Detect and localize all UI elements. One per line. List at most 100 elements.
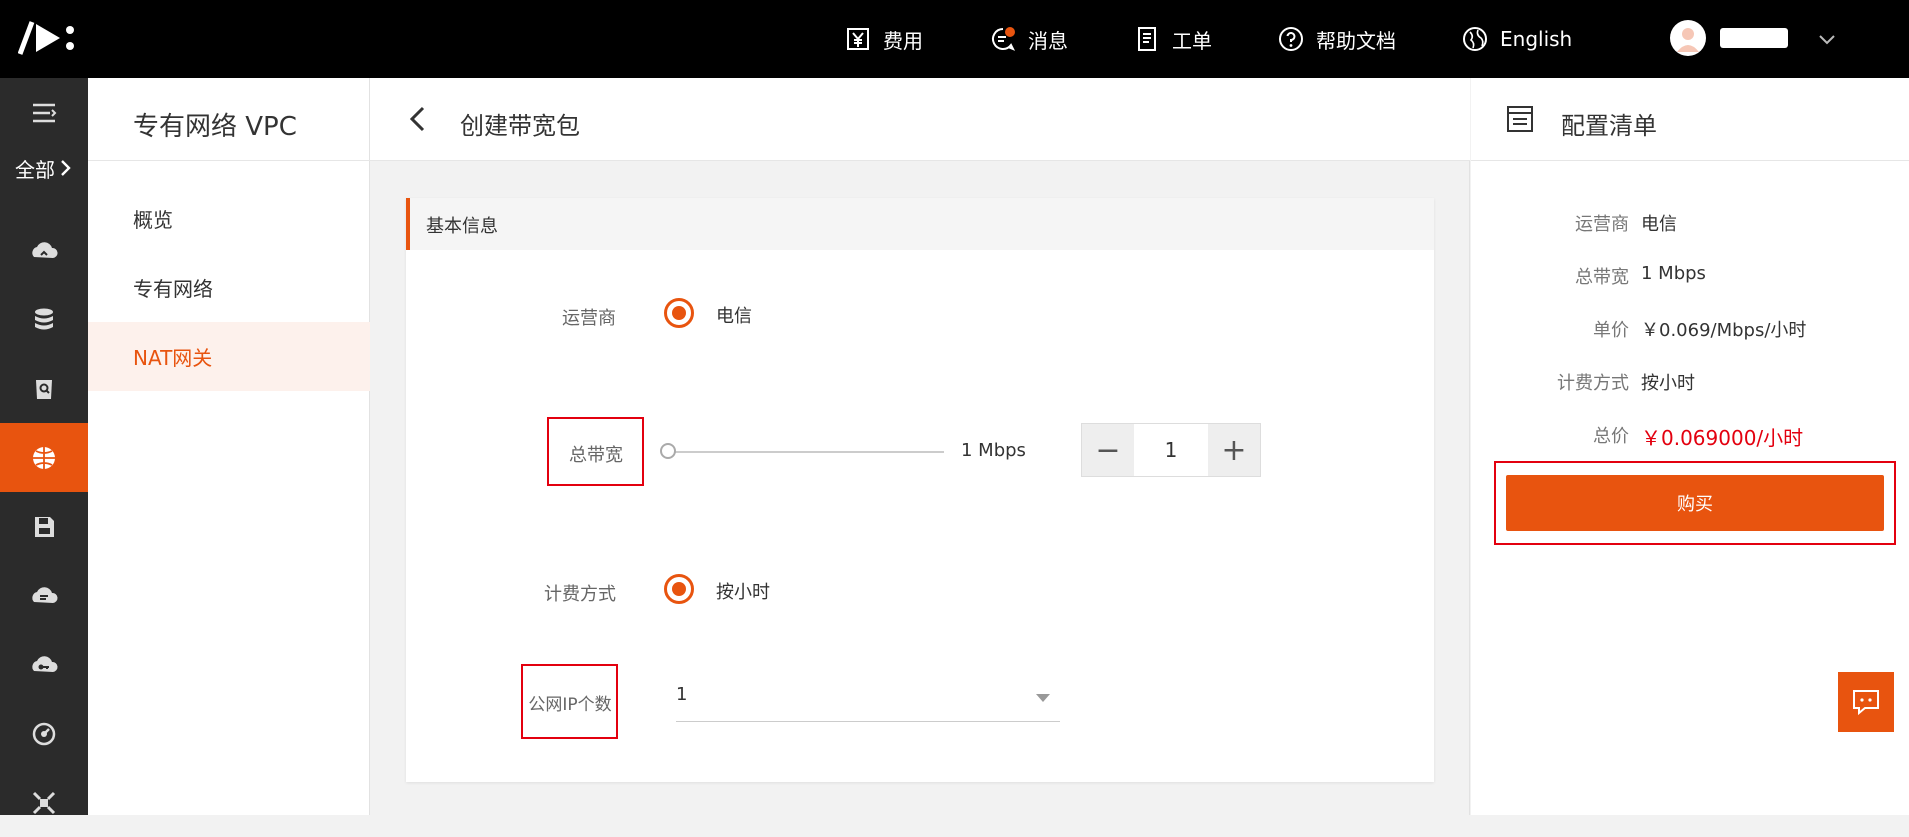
- summary-value: 电信: [1641, 214, 1677, 235]
- cloud-home-icon: [32, 241, 58, 258]
- yuan-icon: [845, 26, 871, 52]
- basic-info-card: 基本信息 运营商 电信 总带宽 1 Mbps − 1 + 计费方式 按小时 公网…: [406, 198, 1434, 782]
- chevron-left-icon: [409, 106, 425, 132]
- subnav-item-label: NAT网关: [133, 346, 213, 370]
- bandwidth-slider-value: 1 Mbps: [961, 440, 1026, 461]
- globe-icon: [1462, 26, 1488, 52]
- username-redacted[interactable]: [1720, 28, 1788, 48]
- subnav-item-label: 概览: [133, 208, 173, 232]
- monitor-dial-icon: [32, 722, 56, 745]
- back-button[interactable]: [404, 104, 432, 134]
- vpc-subnav: 专有网络 VPC 概览 专有网络 NAT网关: [88, 78, 370, 815]
- subnav-item-overview[interactable]: 概览: [88, 184, 370, 253]
- cloud-key-icon: [32, 655, 58, 672]
- cluster-icon: [32, 791, 56, 814]
- nav-help-label: 帮助文档: [1316, 28, 1396, 53]
- sidebar-disk[interactable]: [0, 492, 88, 561]
- menu-icon: [33, 103, 57, 122]
- subnav-item-label: 专有网络: [133, 277, 213, 301]
- summary-row-bandwidth: 总带宽 1 Mbps: [1471, 263, 1909, 293]
- bandwidth-increment-button[interactable]: +: [1208, 424, 1260, 476]
- chat-icon: [1853, 690, 1879, 716]
- summary-row-carrier: 运营商 电信: [1471, 210, 1909, 240]
- checklist-icon: [1505, 104, 1535, 134]
- summary-key: 运营商: [1575, 214, 1629, 235]
- avatar[interactable]: [1670, 20, 1706, 56]
- nav-messages[interactable]: 消息: [990, 0, 1068, 78]
- billing-radio[interactable]: [664, 574, 694, 604]
- message-icon: [990, 26, 1016, 52]
- section-title: 基本信息: [426, 216, 498, 237]
- nav-tickets[interactable]: 工单: [1134, 0, 1212, 78]
- database-icon: [35, 308, 53, 329]
- nav-tickets-label: 工单: [1172, 28, 1212, 53]
- main-content: 创建带宽包 基本信息 运营商 电信 总带宽 1 Mbps − 1 + 计费方式 …: [370, 78, 1470, 815]
- globe-network-icon: [33, 446, 55, 469]
- summary-value: ￥0.069/Mbps/小时: [1641, 320, 1807, 341]
- all-services-label: 全部: [15, 157, 55, 182]
- chat-support-button[interactable]: [1838, 672, 1894, 732]
- disk-icon: [35, 516, 54, 537]
- summary-value: 1 Mbps: [1641, 263, 1706, 284]
- chevron-down-icon[interactable]: [1816, 28, 1838, 50]
- page-title: 创建带宽包: [460, 112, 580, 140]
- brand-logo-icon[interactable]: [17, 18, 78, 58]
- nav-messages-label: 消息: [1028, 28, 1068, 53]
- summary-row-total: 总价 ￥0.069000/小时: [1471, 422, 1909, 452]
- sidebar-cluster[interactable]: [0, 768, 88, 837]
- ip-count-value: 1: [676, 684, 688, 705]
- bandwidth-decrement-button[interactable]: −: [1082, 424, 1134, 476]
- section-header: 基本信息: [406, 198, 1434, 250]
- nav-language[interactable]: English: [1462, 0, 1572, 78]
- nav-help[interactable]: 帮助文档: [1278, 0, 1396, 78]
- sidebar-home[interactable]: [0, 216, 88, 285]
- carrier-label: 运营商: [562, 308, 616, 329]
- bandwidth-slider-track[interactable]: [668, 451, 944, 453]
- summary-title: 配置清单: [1561, 112, 1657, 140]
- subnav-title: 专有网络 VPC: [133, 112, 297, 142]
- sidebar-database[interactable]: [0, 285, 88, 354]
- bandwidth-stepper: − 1 +: [1081, 423, 1261, 477]
- ip-count-select[interactable]: 1: [676, 676, 1060, 722]
- nav-language-label: English: [1500, 27, 1573, 51]
- chevron-right-icon: [61, 160, 71, 176]
- sidebar-monitor[interactable]: [0, 699, 88, 768]
- page-header: 创建带宽包: [370, 78, 1470, 161]
- sidebar-cloud-transfer[interactable]: [0, 561, 88, 630]
- icon-sidebar: 全部: [0, 78, 88, 815]
- bandwidth-label: 总带宽: [569, 445, 623, 466]
- carrier-radio[interactable]: [664, 298, 694, 328]
- summary-key: 单价: [1593, 320, 1629, 341]
- subnav-item-nat-gateway[interactable]: NAT网关: [88, 322, 370, 391]
- menu-toggle[interactable]: [0, 78, 88, 147]
- bandwidth-slider-handle[interactable]: [660, 443, 676, 459]
- sidebar-storage-search[interactable]: [0, 354, 88, 423]
- total-price: ￥0.069000/小时: [1641, 426, 1804, 450]
- ip-count-label: 公网IP个数: [528, 695, 612, 715]
- billing-label: 计费方式: [544, 584, 616, 605]
- billing-value: 按小时: [716, 582, 770, 603]
- bandwidth-input[interactable]: 1: [1134, 424, 1208, 476]
- buy-button[interactable]: 购买: [1506, 475, 1884, 531]
- help-icon: [1278, 26, 1304, 52]
- summary-key: 计费方式: [1557, 373, 1629, 394]
- top-bar: 费用 消息 工单 帮助文档 English: [0, 0, 1909, 78]
- cloud-transfer-icon: [32, 586, 58, 603]
- nav-fees-label: 费用: [883, 28, 923, 53]
- storage-search-icon: [36, 379, 52, 399]
- nav-fees[interactable]: 费用: [845, 0, 923, 78]
- caret-down-icon: [1036, 694, 1050, 702]
- sidebar-network[interactable]: [0, 423, 88, 492]
- summary-key: 总价: [1593, 426, 1629, 447]
- summary-row-unit-price: 单价 ￥0.069/Mbps/小时: [1471, 316, 1909, 346]
- carrier-value: 电信: [716, 306, 752, 327]
- summary-row-billing: 计费方式 按小时: [1471, 369, 1909, 399]
- all-services[interactable]: 全部: [0, 148, 88, 188]
- subnav-item-vpc[interactable]: 专有网络: [88, 253, 370, 322]
- ticket-icon: [1134, 26, 1160, 52]
- sidebar-cloud-key[interactable]: [0, 630, 88, 699]
- summary-value: 按小时: [1641, 373, 1695, 394]
- subnav-divider: [88, 160, 370, 161]
- summary-header: 配置清单: [1471, 78, 1909, 161]
- summary-key: 总带宽: [1575, 267, 1629, 288]
